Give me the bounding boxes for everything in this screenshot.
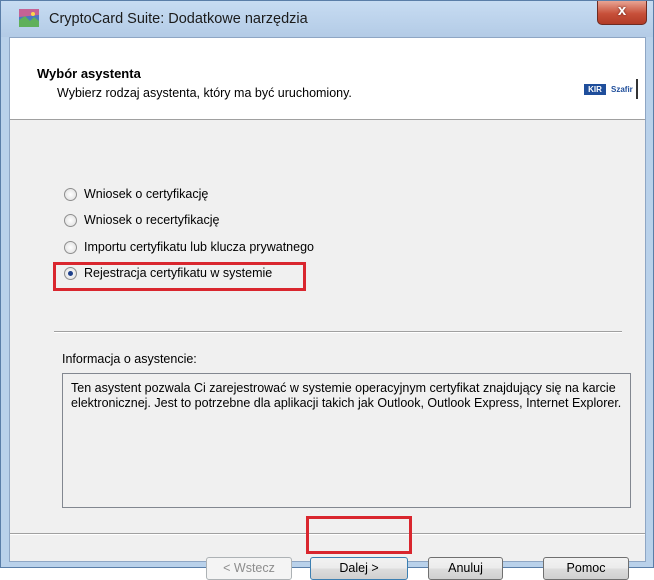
highlight-box-selected-option [53, 262, 306, 291]
options-divider [54, 331, 622, 333]
wizard-header: Wybór asystenta Wybierz rodzaj asystenta… [10, 38, 645, 120]
radio-button[interactable] [64, 214, 77, 227]
dialog-body: Wybór asystenta Wybierz rodzaj asystenta… [9, 37, 646, 580]
app-icon [19, 9, 39, 27]
logo-kir-mark: KIR [584, 84, 606, 95]
info-description: Ten asystent pozwala Ci zarejestrować w … [62, 373, 631, 508]
kir-szafir-logo: KIR Szafir [584, 79, 640, 99]
page-subtitle: Wybierz rodzaj asystenta, który ma być u… [57, 86, 352, 100]
back-button[interactable]: < Wstecz [206, 557, 292, 580]
info-label: Informacja o asystencie: [62, 352, 197, 366]
option-label: Wniosek o certyfikację [84, 187, 209, 201]
help-button[interactable]: Pomoc [543, 557, 629, 580]
radio-button[interactable] [64, 188, 77, 201]
logo-szafir-text: Szafir [611, 85, 633, 94]
option-label: Wniosek o recertyfikację [84, 213, 220, 227]
close-icon: x [617, 2, 627, 19]
close-button[interactable]: x [597, 1, 647, 25]
logo-divider [636, 79, 638, 99]
option-label: Importu certyfikatu lub klucza prywatneg… [84, 240, 314, 254]
cancel-button[interactable]: Anuluj [428, 557, 503, 580]
page-title: Wybór asystenta [37, 66, 141, 81]
next-button[interactable]: Dalej > [310, 557, 408, 580]
highlight-box-next-button [306, 516, 412, 554]
window-title: CryptoCard Suite: Dodatkowe narzędzia [49, 11, 308, 27]
dialog-window: CryptoCard Suite: Dodatkowe narzędzia x … [0, 0, 654, 580]
radio-button[interactable] [64, 241, 77, 254]
title-bar[interactable]: CryptoCard Suite: Dodatkowe narzędzia x [1, 1, 653, 37]
